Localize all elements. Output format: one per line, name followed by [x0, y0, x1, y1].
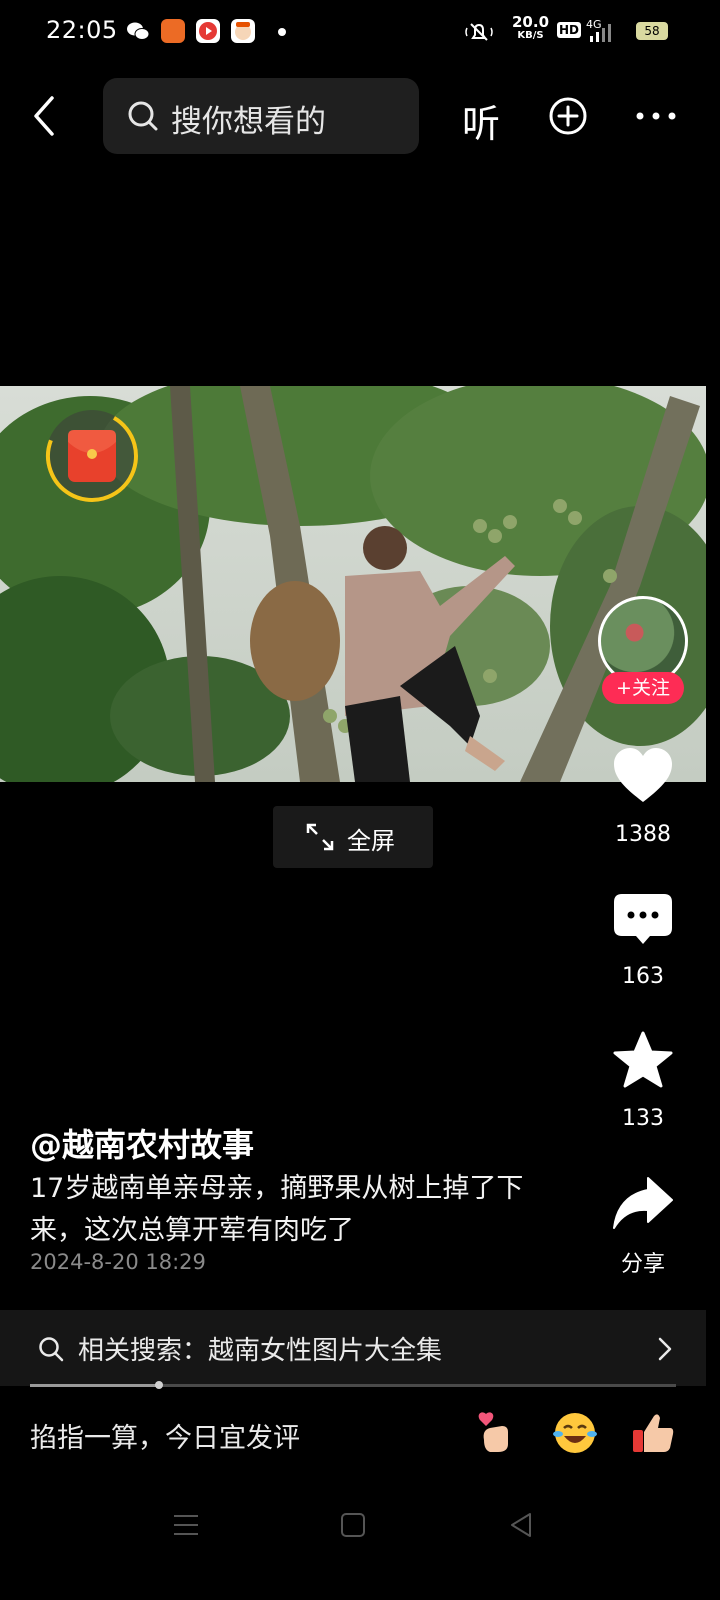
red-packet-button[interactable] — [44, 408, 140, 504]
comment-bubble-icon — [614, 894, 672, 944]
laughing-face-icon — [553, 1413, 597, 1453]
related-search-text: 相关搜索：越南女性图片大全集 — [78, 1336, 443, 1366]
plus-circle-icon — [549, 97, 587, 135]
triangle-back-icon — [511, 1513, 531, 1537]
share-arrow-icon — [613, 1177, 673, 1229]
back-button[interactable] — [28, 92, 68, 142]
add-button[interactable] — [548, 96, 588, 136]
battery-indicator: 58 — [636, 22, 668, 40]
fullscreen-label: 全屏 — [347, 827, 395, 855]
network-speed-unit: KB/S — [517, 30, 544, 41]
search-input[interactable]: 搜你想看的 — [103, 78, 419, 154]
fullscreen-button[interactable]: 全屏 — [273, 806, 433, 868]
comment-count: 163 — [622, 964, 664, 989]
star-icon — [613, 1031, 673, 1088]
comment-input[interactable]: 掐指一算，今日宜发评 — [30, 1416, 300, 1455]
thumbs-up-icon — [633, 1414, 674, 1452]
red-envelope-icon — [45, 410, 138, 502]
shopping-app-icon — [161, 19, 185, 43]
notification-dot — [278, 28, 286, 36]
search-icon — [128, 101, 158, 131]
system-back-button[interactable] — [506, 1510, 536, 1540]
like-button[interactable] — [612, 746, 674, 808]
search-icon — [39, 1337, 64, 1362]
video-description: 17岁越南单亲母亲，摘野果从树上掉了下来，这次总算开荤有肉吃了 — [30, 1173, 524, 1246]
favorite-count: 133 — [622, 1106, 664, 1131]
comment-button[interactable] — [612, 888, 674, 950]
related-search-bar[interactable]: 相关搜索：越南女性图片大全集 — [0, 1310, 706, 1386]
video-progress-fill — [30, 1384, 160, 1387]
author-name[interactable]: @越南农村故事 — [30, 1120, 254, 1166]
like-count: 1388 — [615, 822, 671, 847]
chevron-right-icon — [658, 1337, 672, 1361]
tears-of-joy-emoji-button[interactable] — [552, 1410, 598, 1456]
chevron-left-icon — [34, 96, 54, 136]
favorite-button[interactable] — [612, 1030, 674, 1092]
square-icon — [341, 1513, 365, 1537]
hd-badge: HD — [557, 22, 582, 38]
more-dots-icon — [636, 112, 676, 120]
network-speed: 20.0 KB/S — [512, 13, 550, 42]
clock: 22:05 — [46, 16, 118, 44]
network-speed-value: 20.0 — [512, 13, 550, 31]
listen-button[interactable]: 听 — [462, 93, 500, 148]
cartoon-app-icon — [231, 19, 255, 43]
follow-button[interactable]: +关注 — [602, 672, 684, 704]
heart-icon — [614, 748, 672, 802]
more-options-button[interactable] — [632, 100, 680, 132]
share-button[interactable] — [612, 1172, 674, 1234]
thumbs-up-emoji-button[interactable] — [630, 1410, 676, 1456]
finger-heart-icon — [478, 1412, 508, 1452]
status-bar: 22:05 20.0 KB/S HD 4G 58 — [0, 0, 720, 64]
wechat-icon — [126, 19, 150, 43]
menu-lines-icon — [174, 1515, 198, 1535]
silent-bell-icon — [465, 23, 493, 41]
search-placeholder: 搜你想看的 — [171, 104, 326, 140]
recent-apps-button[interactable] — [171, 1510, 201, 1540]
video-app-icon — [196, 19, 220, 43]
expand-icon — [306, 823, 334, 851]
post-timestamp: 2024-8-20 18:29 — [30, 1250, 206, 1274]
video-progress-handle[interactable] — [155, 1381, 164, 1389]
share-label: 分享 — [620, 1252, 665, 1277]
finger-heart-emoji-button[interactable] — [474, 1410, 520, 1456]
signal-icon — [590, 24, 611, 42]
home-button[interactable] — [338, 1510, 368, 1540]
